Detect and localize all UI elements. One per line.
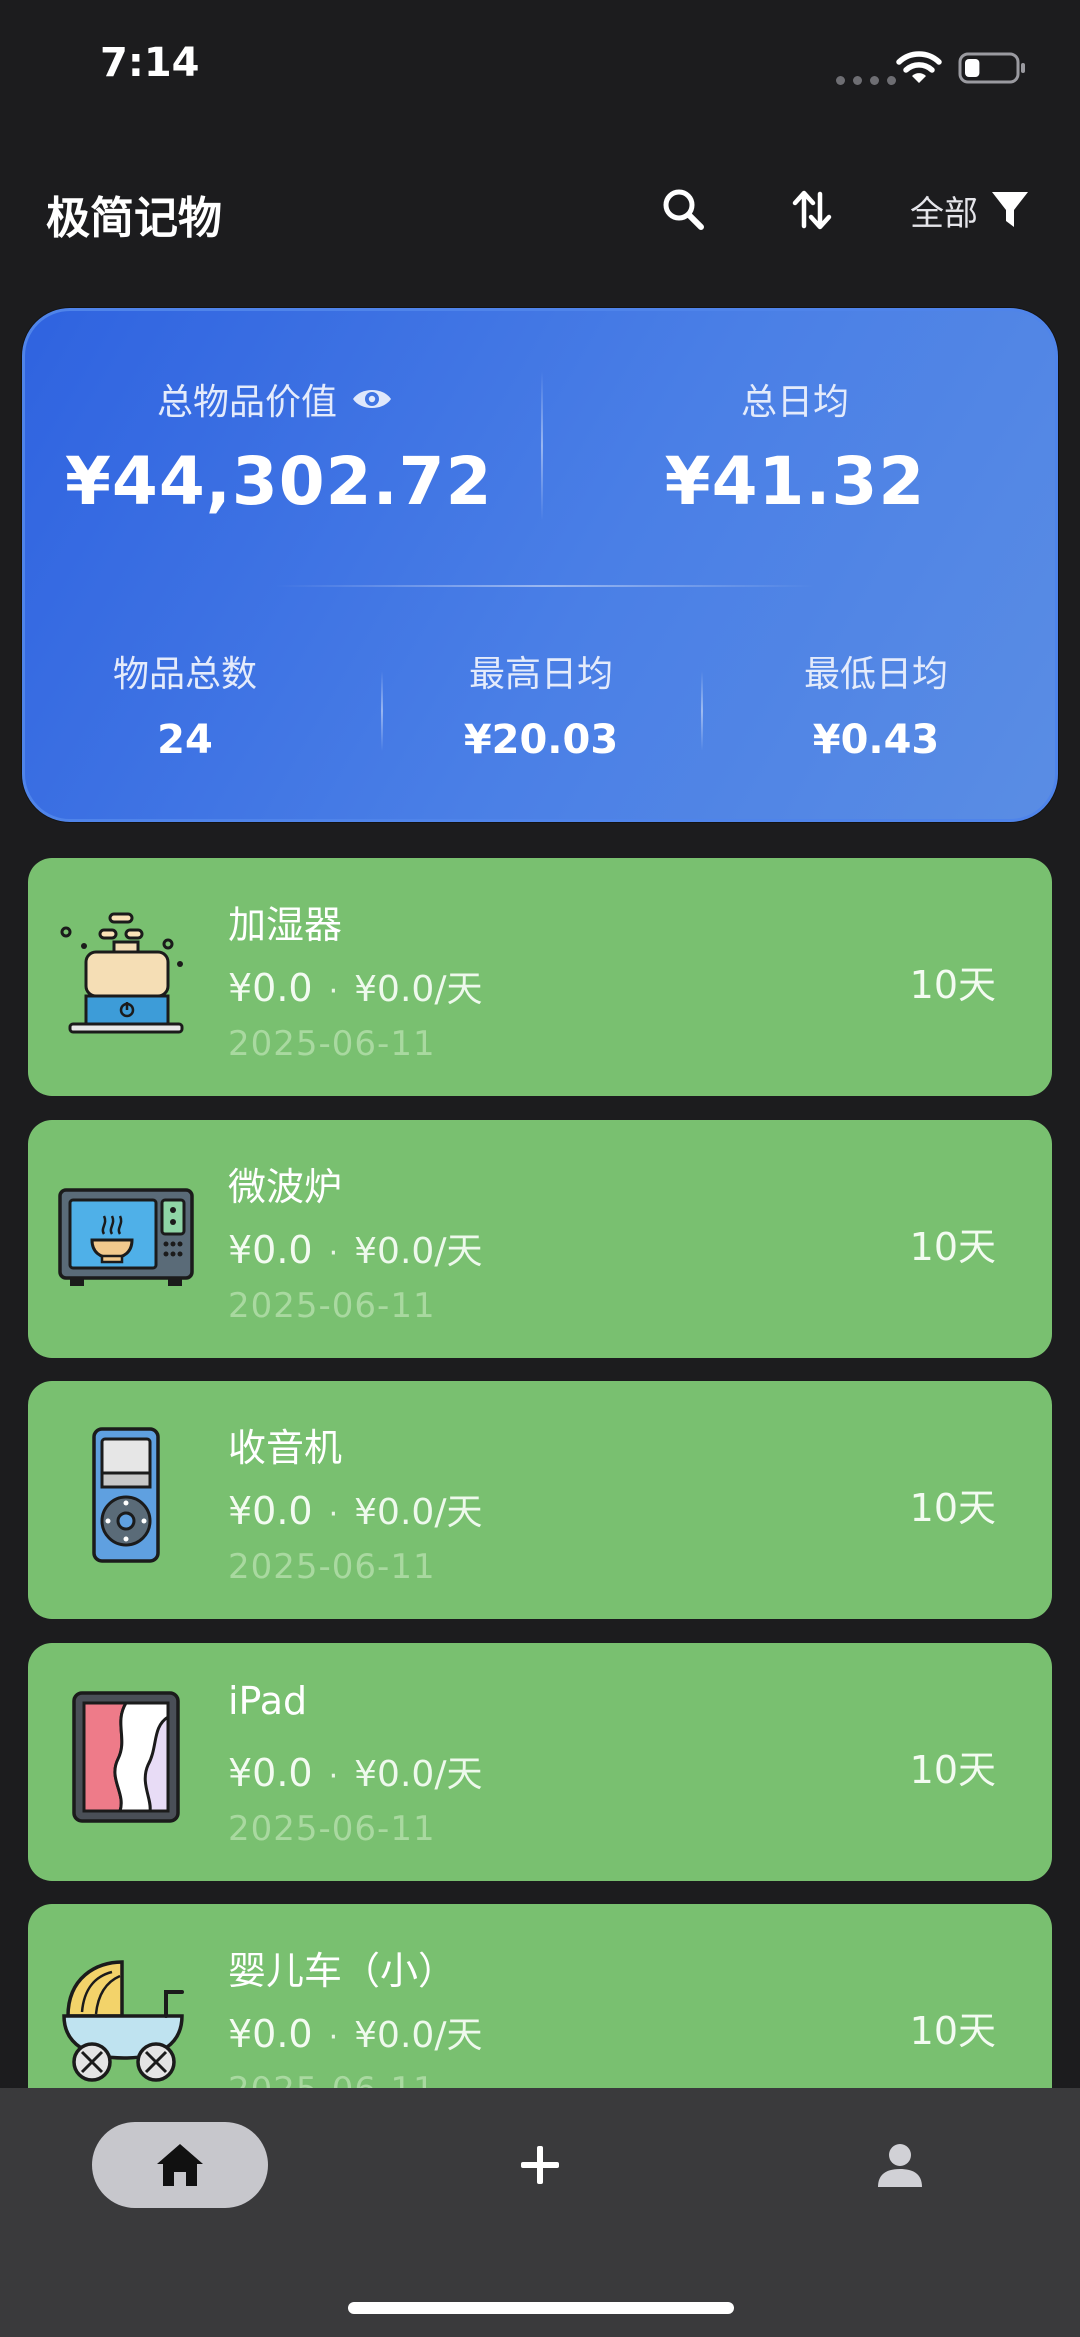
divider [381,671,383,751]
status-bar: 7:14 [0,0,1080,140]
item-days: 10天 [909,1486,996,1530]
list-item[interactable]: 微波炉 ¥0.0 · ¥0.0/天 2025-06-11 10天 [28,1120,1052,1358]
item-price: ¥0.0 [228,1751,313,1795]
nav-add-button[interactable] [510,2132,570,2198]
bottom-nav [0,2088,1080,2337]
item-price: ¥0.0 [228,966,313,1010]
battery-icon [958,52,1025,84]
total-daily: ¥41.32 [664,443,926,520]
item-name: 婴儿车（小） [228,1949,457,1993]
item-daily: ¥0.0/天 [354,2015,483,2056]
list-item[interactable]: iPad ¥0.0 · ¥0.0/天 2025-06-11 10天 [28,1643,1052,1881]
profile-icon [878,2144,922,2187]
item-daily: ¥0.0/天 [354,1231,483,1272]
sort-icon [792,190,832,230]
divider [275,585,815,587]
item-date: 2025-06-11 [228,1809,436,1849]
status-time: 7:14 [100,40,200,86]
item-price: ¥0.0 [228,2012,313,2056]
home-icon [157,2144,203,2186]
search-button[interactable] [656,182,712,238]
item-date: 2025-06-11 [228,1547,436,1587]
total-value: ¥44,302.72 [65,443,493,520]
item-name: iPad [228,1679,308,1723]
max-daily-block: 最高日均 ¥20.03 [391,645,691,763]
add-icon [521,2146,559,2184]
min-daily-block: 最低日均 ¥0.43 [711,645,1041,763]
total-value-label: 总物品价值 [156,382,337,423]
filter-label: 全部 [910,193,978,234]
total-daily-label: 总日均 [740,382,849,423]
item-name: 收音机 [228,1426,343,1470]
app-screen: 7:14 极简记物 全部 总物品价值 ¥44,302.72 总日均 ¥41.32… [0,0,1080,2337]
microwave-icon [58,1188,194,1286]
wifi-icon [896,51,942,83]
nav-profile-button[interactable] [870,2132,930,2198]
max-daily-value: ¥20.03 [463,717,619,763]
total-daily-block: 总日均 ¥41.32 [585,373,1005,520]
ipad-icon [72,1691,180,1823]
radio-icon [92,1427,160,1563]
item-daily: ¥0.0/天 [354,1754,483,1795]
item-days: 10天 [909,963,996,1007]
item-days: 10天 [909,2009,996,2053]
count-value: 24 [157,717,213,763]
sort-button[interactable] [784,182,840,238]
humidifier-icon [60,912,184,1034]
divider [541,371,543,521]
item-price: ¥0.0 [228,1228,313,1272]
home-indicator [348,2302,734,2314]
filter-icon [992,192,1028,227]
filter-button[interactable]: 全部 [910,182,1030,238]
separator: · [328,974,339,1009]
min-daily-value: ¥0.43 [812,717,940,763]
header: 极简记物 全部 [0,160,1080,260]
search-icon [663,189,704,230]
count-block: 物品总数 24 [35,645,335,763]
total-value-block: 总物品价值 ¥44,302.72 [65,373,493,520]
app-title: 极简记物 [46,193,222,244]
divider [701,671,703,751]
item-days: 10天 [909,1225,996,1269]
stroller-icon [62,1960,184,2082]
cellular-signal-icon [836,76,896,85]
item-name: 加湿器 [228,903,343,947]
nav-home-button[interactable] [92,2122,268,2208]
min-daily-label: 最低日均 [803,654,948,695]
item-date: 2025-06-11 [228,1024,436,1064]
separator: · [328,1497,339,1532]
separator: · [328,1236,339,1271]
separator: · [328,2020,339,2055]
list-item[interactable]: 收音机 ¥0.0 · ¥0.0/天 2025-06-11 10天 [28,1381,1052,1619]
item-date: 2025-06-11 [228,1286,436,1326]
item-price: ¥0.0 [228,1489,313,1533]
item-name: 微波炉 [228,1165,343,1209]
item-daily: ¥0.0/天 [354,1492,483,1533]
item-days: 10天 [909,1748,996,1792]
item-daily: ¥0.0/天 [354,969,483,1010]
count-label: 物品总数 [112,654,257,695]
summary-card: 总物品价值 ¥44,302.72 总日均 ¥41.32 物品总数 24 最高日均… [22,308,1058,822]
max-daily-label: 最高日均 [468,654,613,695]
separator: · [328,1759,339,1794]
list-item[interactable]: 加湿器 ¥0.0 · ¥0.0/天 2025-06-11 10天 [28,858,1052,1096]
eye-icon[interactable] [351,385,393,413]
